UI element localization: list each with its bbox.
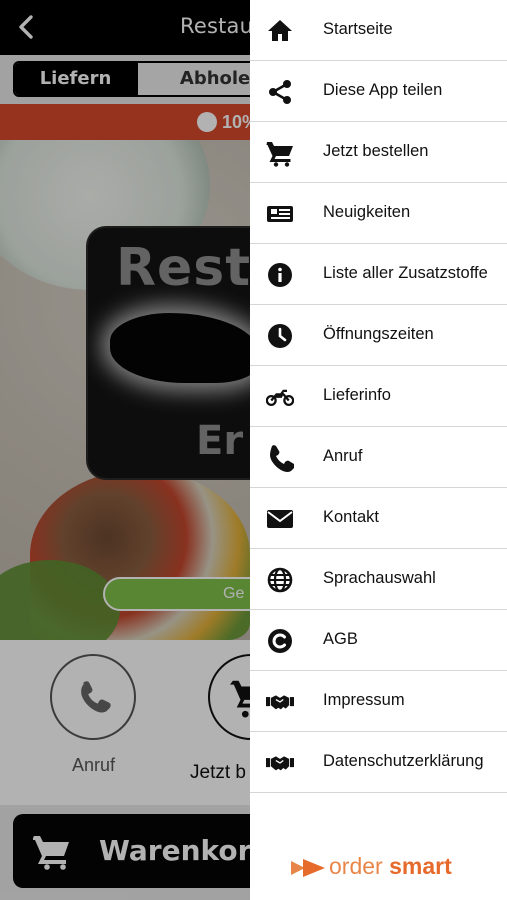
menu-item-delivery-info[interactable]: Lieferinfo [250, 366, 507, 427]
brand-part-order: order [329, 853, 383, 879]
menu-item-call[interactable]: Anruf [250, 427, 507, 488]
order-smart-mark-icon [291, 857, 325, 879]
newspaper-icon [266, 200, 294, 228]
menu-label: Anruf [323, 447, 363, 465]
menu-label: Neuigkeiten [323, 203, 411, 221]
phone-icon [266, 444, 294, 472]
clock-icon [266, 322, 294, 350]
menu-item-imprint[interactable]: Impressum [250, 671, 507, 732]
cart-icon [266, 139, 294, 167]
menu-label: Sprachauswahl [323, 569, 436, 587]
menu-item-language[interactable]: Sprachauswahl [250, 549, 507, 610]
info-icon [266, 261, 294, 289]
menu-item-share[interactable]: Diese App teilen [250, 61, 507, 122]
menu-label: Jetzt bestellen [323, 142, 429, 160]
menu-item-news[interactable]: Neuigkeiten [250, 183, 507, 244]
menu-label: Kontakt [323, 508, 379, 526]
copyright-icon [266, 627, 294, 655]
menu-label: AGB [323, 630, 358, 648]
menu-item-order-now[interactable]: Jetzt bestellen [250, 122, 507, 183]
handshake-icon [266, 749, 294, 777]
menu-item-additives[interactable]: Liste aller Zusatzstoffe [250, 244, 507, 305]
menu-item-privacy[interactable]: Datenschutzerklärung [250, 732, 507, 793]
menu-label: Öffnungszeiten [323, 325, 434, 343]
menu-label: Startseite [323, 20, 393, 38]
menu-item-contact[interactable]: Kontakt [250, 488, 507, 549]
home-icon [266, 17, 294, 45]
menu-item-opening-hours[interactable]: Öffnungszeiten [250, 305, 507, 366]
menu-label: Impressum [323, 691, 405, 709]
brand-part-smart: smart [389, 853, 452, 879]
envelope-icon [266, 505, 294, 533]
menu-label: Lieferinfo [323, 386, 391, 404]
navigation-drawer: Startseite Diese App teilen Jetzt bestel… [250, 0, 507, 900]
menu-label: Datenschutzerklärung [323, 752, 484, 770]
menu-label: Liste aller Zusatzstoffe [323, 264, 488, 282]
motorcycle-icon [266, 383, 294, 411]
menu-label: Diese App teilen [323, 81, 443, 99]
menu-item-startseite[interactable]: Startseite [250, 0, 507, 61]
menu-item-agb[interactable]: AGB [250, 610, 507, 671]
globe-icon [266, 566, 294, 594]
handshake-icon [266, 688, 294, 716]
share-icon [266, 78, 294, 106]
